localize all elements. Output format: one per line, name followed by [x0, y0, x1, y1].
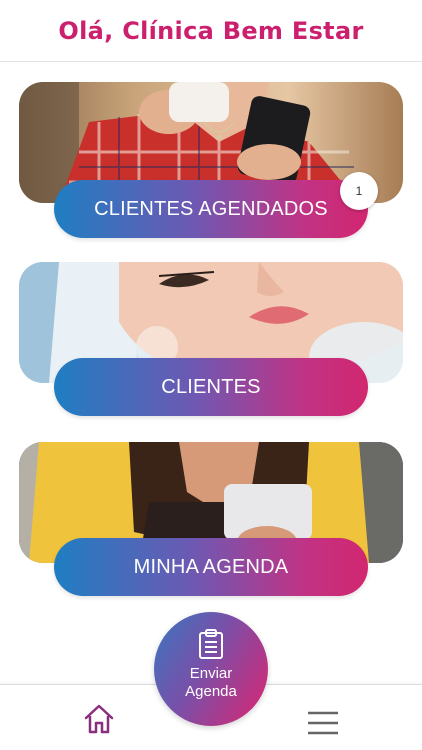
hamburger-menu-icon[interactable] — [306, 709, 340, 737]
main-content: CLIENTES AGENDADOS 1 CLIENTES MINHA AGEN… — [0, 62, 422, 684]
clipboard-icon — [199, 629, 223, 659]
enviar-agenda-button[interactable]: Enviar Agenda — [154, 612, 268, 726]
enviar-agenda-label: Enviar Agenda — [185, 665, 237, 700]
notification-badge: 1 — [340, 172, 378, 210]
clientes-button[interactable]: CLIENTES — [54, 358, 368, 416]
home-icon[interactable] — [82, 703, 116, 735]
app-header: Olá, Clínica Bem Estar — [0, 0, 422, 62]
clientes-agendados-button[interactable]: CLIENTES AGENDADOS — [54, 180, 368, 238]
minha-agenda-button[interactable]: MINHA AGENDA — [54, 538, 368, 596]
page-title: Olá, Clínica Bem Estar — [58, 16, 364, 45]
